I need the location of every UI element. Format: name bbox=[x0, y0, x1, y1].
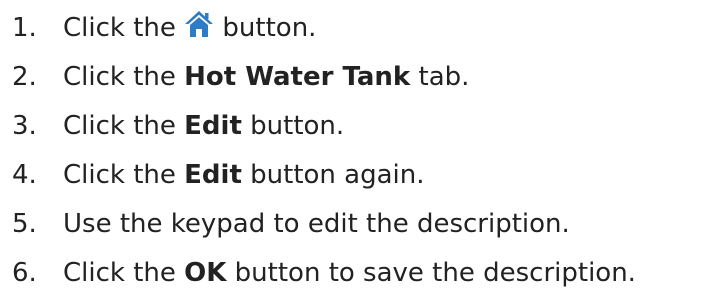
step-text-end: button to save the description. bbox=[226, 258, 636, 288]
step-text: Click the bbox=[63, 160, 185, 190]
step-5: 5. Use the keypad to edit the description… bbox=[12, 204, 570, 244]
step-text-end: button. bbox=[241, 111, 345, 141]
ui-term-edit: Edit bbox=[184, 160, 242, 190]
step-number: 2. bbox=[12, 62, 37, 92]
step-number: 1. bbox=[12, 13, 37, 43]
home-icon bbox=[184, 10, 214, 38]
step-text: Click the bbox=[63, 111, 185, 141]
ui-term-hot-water-tank: Hot Water Tank bbox=[184, 62, 411, 92]
step-number: 4. bbox=[12, 160, 37, 190]
step-number: 3. bbox=[12, 111, 37, 141]
step-text-end: tab. bbox=[410, 62, 470, 92]
ui-term-edit: Edit bbox=[184, 111, 242, 141]
step-2: 2. Click the Hot Water Tank tab. bbox=[12, 57, 469, 97]
step-text: Click the bbox=[63, 62, 185, 92]
step-1: 1. Click the button. bbox=[12, 8, 316, 48]
step-text-end: button. bbox=[214, 13, 317, 43]
instruction-list: 1. Click the button. 2. Click the Hot Wate… bbox=[0, 0, 721, 302]
step-3: 3. Click the Edit button. bbox=[12, 106, 344, 146]
step-text: Click the bbox=[63, 258, 185, 288]
step-6: 6. Click the OK button to save the descri… bbox=[12, 253, 636, 293]
step-4: 4. Click the Edit button again. bbox=[12, 155, 425, 195]
step-text: Use the keypad to edit the description. bbox=[63, 209, 570, 239]
ui-term-ok: OK bbox=[184, 258, 227, 288]
step-text: Click the bbox=[63, 13, 185, 43]
step-number: 6. bbox=[12, 258, 37, 288]
step-text-end: button again. bbox=[241, 160, 425, 190]
step-number: 5. bbox=[12, 209, 37, 239]
